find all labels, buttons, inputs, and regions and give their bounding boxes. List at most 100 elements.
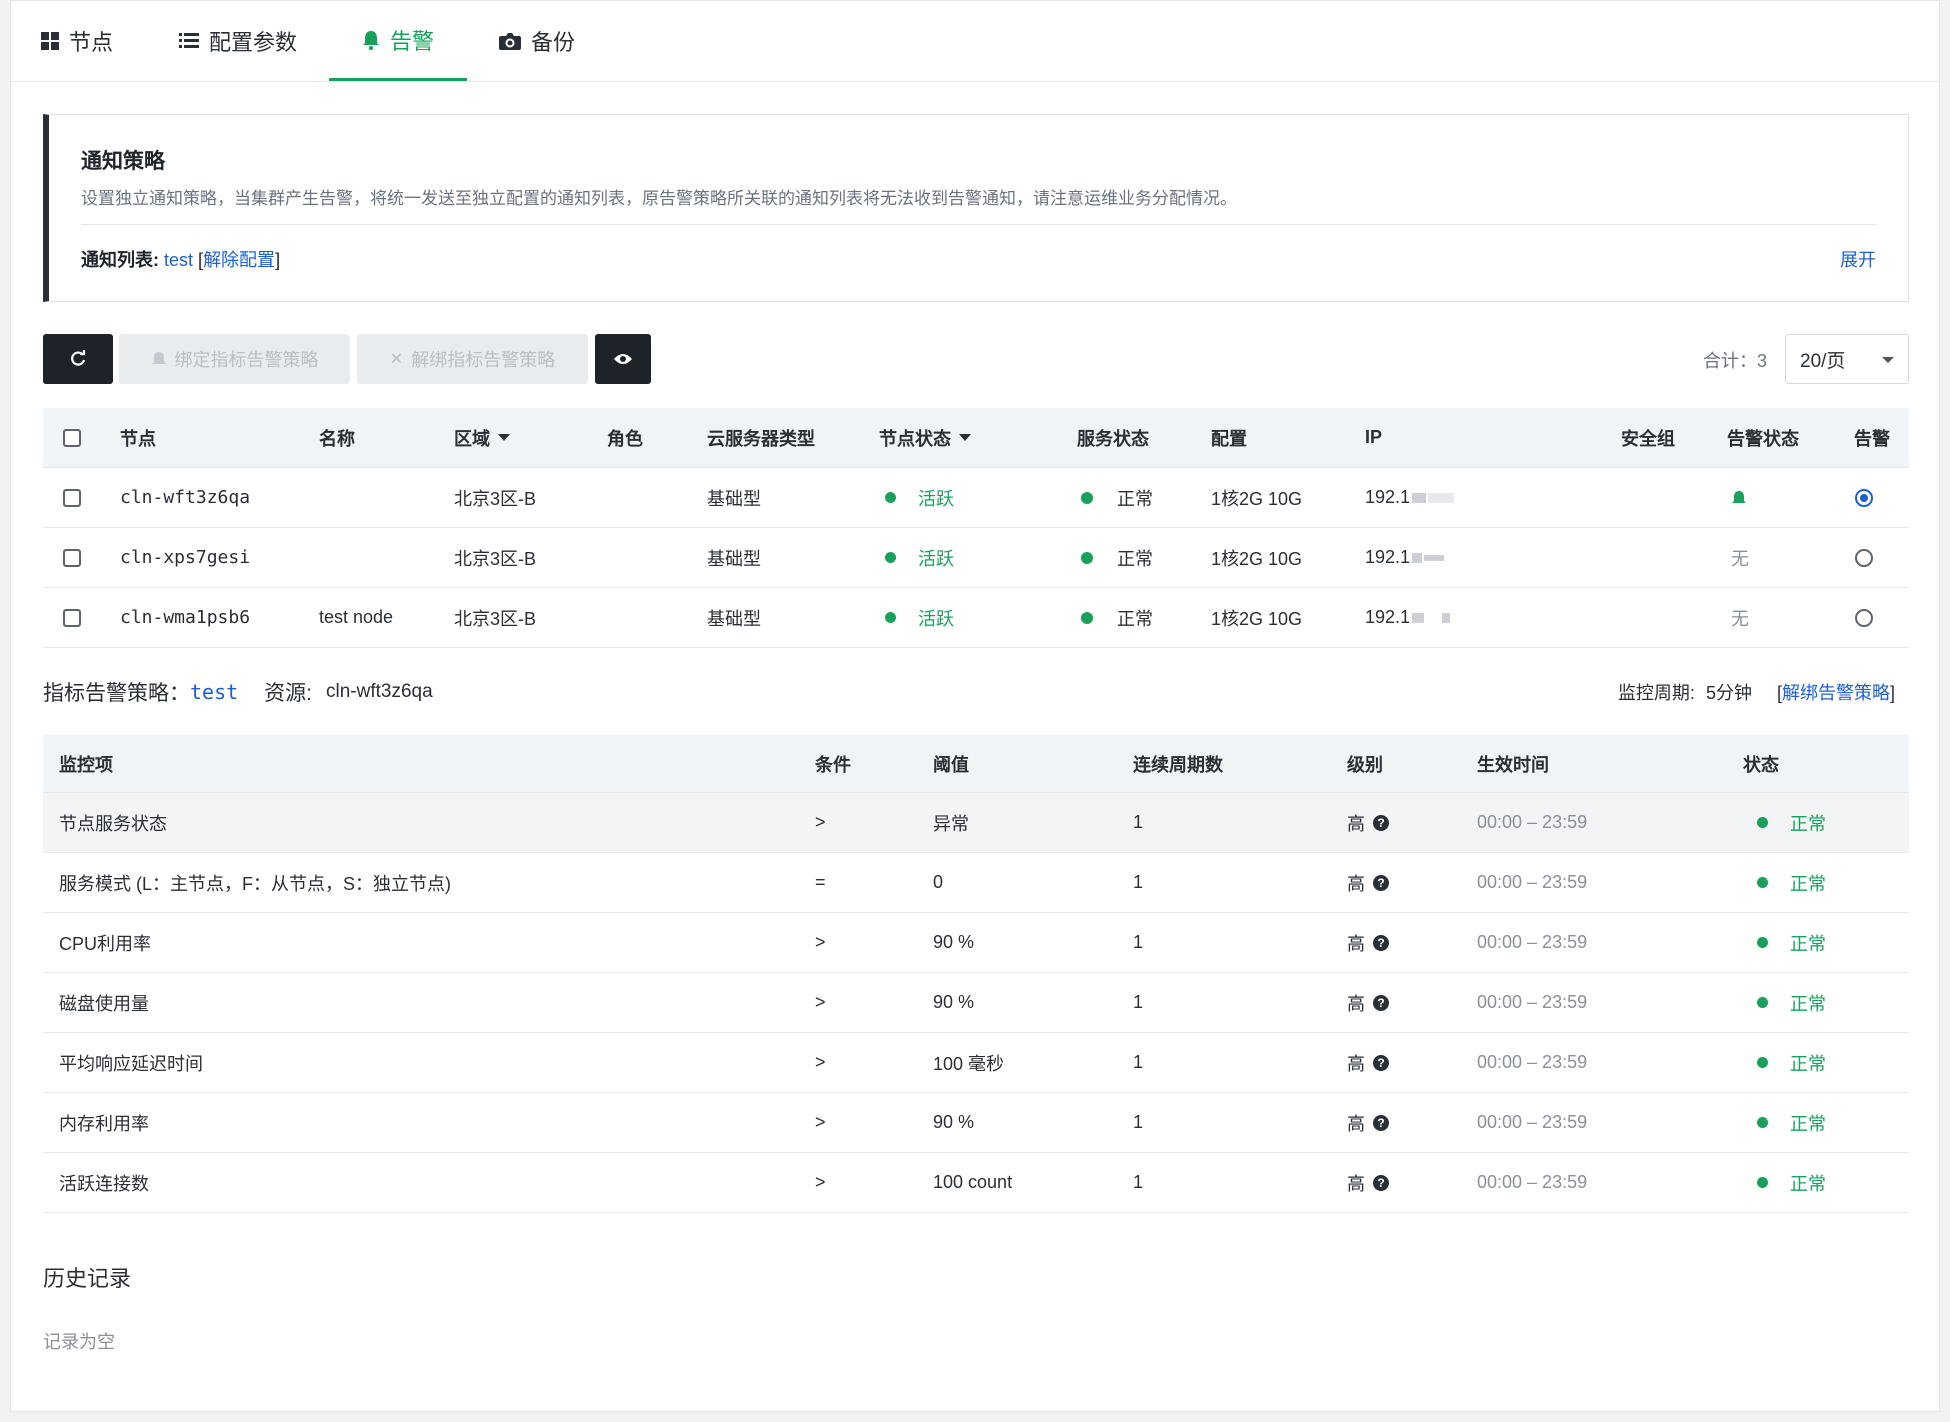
help-icon[interactable]: ?	[1373, 994, 1389, 1011]
table-row[interactable]: cln-wma1psb6 test node 北京3区-B 基础型 活跃 正常 …	[43, 588, 1909, 648]
table-row[interactable]: cln-wft3z6qa 北京3区-B 基础型 活跃 正常 1核2G 10G 1…	[43, 468, 1909, 528]
refresh-button[interactable]	[43, 334, 113, 384]
node-ip-value: 192.1	[1365, 487, 1411, 507]
tab-config-params[interactable]: 配置参数	[179, 1, 297, 81]
header-effective-time: 生效时间	[1477, 754, 1549, 775]
policy-info: 指标告警策略： test 资源: cln-wft3z6qa	[43, 677, 433, 707]
notification-list-line: 通知列表: test [解除配置]	[81, 246, 280, 272]
header-zone[interactable]: 区域	[454, 408, 510, 467]
alert-radio[interactable]	[1855, 608, 1873, 627]
metric-item: 平均响应延迟时间	[59, 1053, 203, 1074]
bell-icon	[1732, 490, 1746, 503]
select-all-checkbox[interactable]	[63, 428, 81, 447]
metric-level: 高?	[1347, 793, 1389, 852]
alert-radio[interactable]	[1855, 488, 1873, 507]
metric-item: 服务模式 (L：主节点，F：从节点，S：独立节点)	[59, 873, 451, 894]
table-row[interactable]: cln-xps7gesi 北京3区-B 基础型 活跃 正常 1核2G 10G 1…	[43, 528, 1909, 588]
alert-panel: 节点 配置参数 告警 备份 通知策略 设置独立通知策略，当集群产生告警，将统一发…	[10, 0, 1940, 1412]
metric-level: 高?	[1347, 1153, 1389, 1212]
help-icon[interactable]: ?	[1373, 814, 1389, 831]
bracket-close: ]	[275, 250, 281, 270]
metric-status: 正常	[1757, 1093, 1826, 1152]
metric-periods: 1	[1133, 992, 1144, 1012]
bind-alert-policy-button[interactable]: 绑定指标告警策略	[119, 334, 350, 384]
alert-status: 无	[1731, 608, 1749, 629]
redacted-mark	[1442, 612, 1451, 623]
help-icon[interactable]: ?	[1373, 874, 1389, 891]
node-id: cln-xps7gesi	[120, 547, 251, 568]
metric-level: 高?	[1347, 913, 1389, 972]
view-button[interactable]	[595, 334, 651, 384]
header-alert-status: 告警状态	[1727, 428, 1799, 449]
metric-item: 内存利用率	[59, 1113, 149, 1134]
header-condition: 条件	[815, 754, 851, 775]
node-ip-value: 192.1	[1365, 607, 1411, 627]
status-dot	[1757, 937, 1768, 948]
page-size-select[interactable]: 20/页	[1785, 334, 1909, 384]
metric-threshold: 异常	[933, 813, 969, 834]
notification-list-label: 通知列表:	[81, 250, 159, 270]
metric-level: 高?	[1347, 973, 1389, 1032]
header-node-status-label: 节点状态	[879, 428, 951, 449]
node-zone: 北京3区-B	[454, 548, 537, 569]
metric-effective-time: 00:00 – 23:59	[1477, 1112, 1588, 1132]
bell-icon	[151, 352, 166, 364]
row-checkbox[interactable]	[63, 608, 81, 627]
status-dot	[1757, 817, 1768, 828]
metric-status: 正常	[1757, 1033, 1826, 1092]
node-instance-type: 基础型	[707, 548, 761, 569]
header-instance-type: 云服务器类型	[707, 428, 815, 449]
metric-level: 高?	[1347, 1093, 1389, 1152]
unbind-alert-policy-label: 解绑指标告警策略	[411, 350, 556, 370]
status-dot	[885, 492, 896, 503]
period-value: 5分钟	[1705, 683, 1752, 703]
tab-nodes[interactable]: 节点	[41, 1, 113, 81]
metric-table-header: 监控项 条件 阈值 连续周期数 级别 生效时间 状态	[43, 735, 1909, 793]
tab-bar: 节点 配置参数 告警 备份	[11, 1, 1939, 82]
redacted-mark	[1428, 492, 1455, 503]
tab-backup[interactable]: 备份	[499, 1, 575, 81]
table-row: 平均响应延迟时间 > 100 毫秒 1 高? 00:00 – 23:59 正常	[43, 1033, 1909, 1093]
expand-link[interactable]: 展开	[1840, 246, 1876, 272]
row-checkbox[interactable]	[63, 548, 81, 567]
node-status: 活跃	[885, 468, 954, 527]
list-icon	[179, 33, 199, 48]
history-empty-text: 记录为空	[43, 1332, 115, 1352]
metric-threshold: 100 count	[933, 1172, 1013, 1192]
node-ip: 192.1	[1365, 528, 1445, 587]
redacted-mark	[1424, 554, 1445, 561]
policy-name-link[interactable]: test	[190, 680, 238, 704]
header-zone-label: 区域	[454, 428, 490, 449]
tab-label: 节点	[69, 30, 114, 55]
level-label: 高	[1347, 993, 1365, 1014]
eye-icon	[614, 354, 632, 364]
service-status: 正常	[1081, 528, 1153, 587]
table-row: 活跃连接数 > 100 count 1 高? 00:00 – 23:59 正常	[43, 1153, 1909, 1213]
notification-list-link[interactable]: test	[164, 250, 193, 270]
node-ip: 192.1	[1365, 588, 1451, 647]
unbind-alert-policy-link[interactable]: 解绑告警策略	[1782, 683, 1890, 703]
metric-condition: >	[815, 1052, 826, 1072]
header-threshold: 阈值	[933, 754, 969, 775]
level-label: 高	[1347, 873, 1365, 894]
node-table-header: 节点 名称 区域 角色 云服务器类型 节点状态 服务状态 配置 IP 安全组 告…	[43, 408, 1909, 468]
node-status-label: 活跃	[918, 488, 954, 509]
status-dot	[1757, 1117, 1768, 1128]
help-icon[interactable]: ?	[1373, 934, 1389, 951]
header-node: 节点	[120, 428, 156, 449]
help-icon[interactable]: ?	[1373, 1174, 1389, 1191]
policy-label: 指标告警策略：	[43, 682, 190, 705]
help-icon[interactable]: ?	[1373, 1054, 1389, 1071]
metric-status: 正常	[1757, 973, 1826, 1032]
alert-radio[interactable]	[1855, 548, 1873, 567]
header-service-status: 服务状态	[1077, 428, 1149, 449]
remove-config-link[interactable]: 解除配置	[203, 250, 275, 270]
help-icon[interactable]: ?	[1373, 1114, 1389, 1131]
tab-alerts[interactable]: 告警	[329, 1, 467, 81]
header-node-status[interactable]: 节点状态	[879, 408, 971, 467]
header-security-group: 安全组	[1621, 428, 1675, 449]
unbind-alert-policy-button[interactable]: ✕ 解绑指标告警策略	[357, 334, 588, 384]
header-name: 名称	[319, 428, 355, 449]
node-table: 节点 名称 区域 角色 云服务器类型 节点状态 服务状态 配置 IP 安全组 告…	[43, 408, 1909, 648]
row-checkbox[interactable]	[63, 488, 81, 507]
